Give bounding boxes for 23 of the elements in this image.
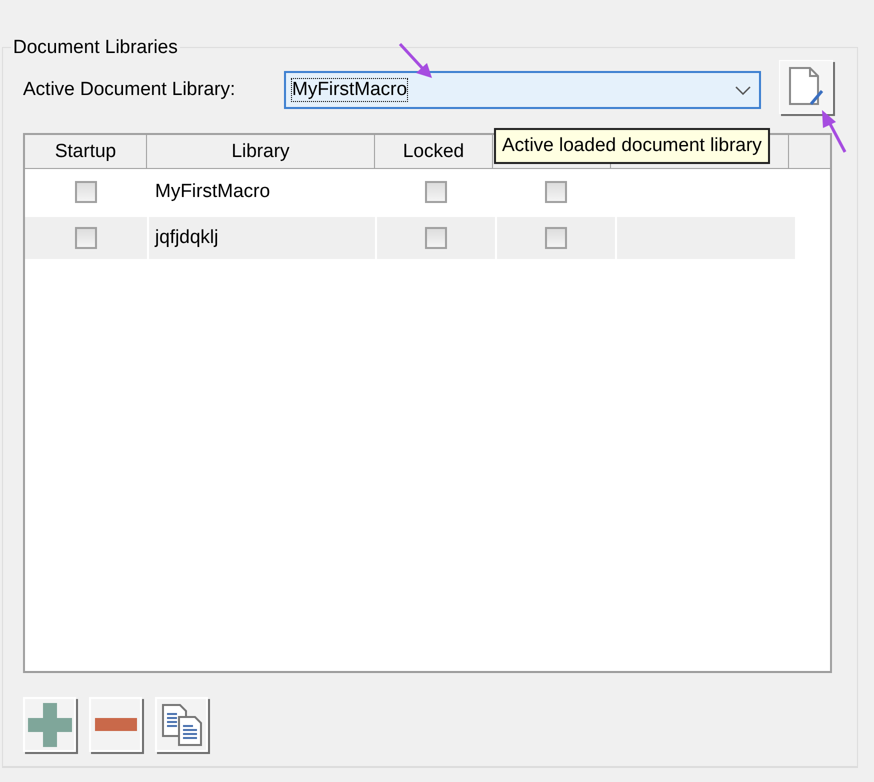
document-pencil-icon: [787, 67, 825, 107]
column-header[interactable]: Startup: [25, 135, 147, 168]
column-header[interactable]: Library: [147, 135, 375, 168]
table-cell: jqfjdqklj: [149, 217, 375, 259]
field-label: Active Document Library:: [23, 79, 236, 101]
checkbox[interactable]: [425, 227, 447, 249]
checkbox[interactable]: [425, 181, 447, 203]
checkbox[interactable]: [75, 227, 97, 249]
checkbox[interactable]: [545, 181, 567, 203]
minus-icon: [94, 718, 136, 731]
column-header[interactable]: Locked: [375, 135, 493, 168]
annotation-arrow-icon: [398, 42, 434, 80]
add-button[interactable]: [23, 697, 76, 752]
edit-document-button[interactable]: [779, 60, 833, 114]
copy-button[interactable]: [155, 697, 208, 752]
checkbox[interactable]: [75, 181, 97, 203]
plus-icon: [28, 702, 72, 746]
tooltip: Active loaded document library: [494, 128, 770, 164]
library-dropdown[interactable]: MyFirstMacro: [284, 71, 761, 109]
chevron-down-icon: [735, 86, 751, 94]
documents-icon: [162, 704, 202, 746]
checkbox[interactable]: [545, 227, 567, 249]
remove-button[interactable]: [89, 697, 142, 752]
